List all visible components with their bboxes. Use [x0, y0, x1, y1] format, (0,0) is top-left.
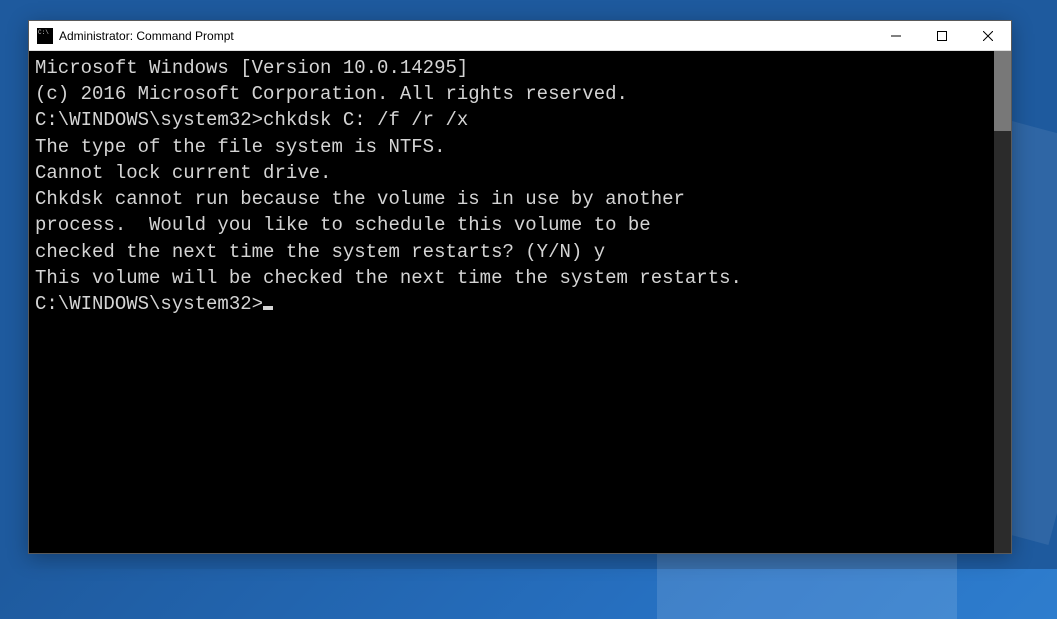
vertical-scrollbar[interactable]	[994, 51, 1011, 553]
output-line: Cannot lock current drive.	[35, 160, 988, 186]
cmd-icon	[37, 28, 53, 44]
output-line: C:\WINDOWS\system32>chkdsk C: /f /r /x	[35, 107, 988, 133]
output-line: Chkdsk cannot run because the volume is …	[35, 186, 988, 212]
maximize-icon	[937, 31, 947, 41]
current-prompt-line: C:\WINDOWS\system32>	[35, 291, 988, 317]
output-line: This volume will be checked the next tim…	[35, 265, 988, 291]
console-output[interactable]: Microsoft Windows [Version 10.0.14295](c…	[29, 51, 994, 553]
maximize-button[interactable]	[919, 21, 965, 50]
close-icon	[983, 31, 993, 41]
close-button[interactable]	[965, 21, 1011, 50]
output-line: Microsoft Windows [Version 10.0.14295]	[35, 55, 988, 81]
console-area[interactable]: Microsoft Windows [Version 10.0.14295](c…	[29, 51, 1011, 553]
window-controls	[873, 21, 1011, 50]
output-line: (c) 2016 Microsoft Corporation. All righ…	[35, 81, 988, 107]
cursor	[263, 306, 273, 310]
minimize-icon	[891, 31, 901, 41]
scrollbar-thumb[interactable]	[994, 51, 1011, 131]
titlebar[interactable]: Administrator: Command Prompt	[29, 21, 1011, 51]
prompt-text: C:\WINDOWS\system32>	[35, 109, 263, 131]
output-line: checked the next time the system restart…	[35, 239, 988, 265]
command-text: chkdsk C: /f /r /x	[263, 109, 468, 131]
prompt-text: C:\WINDOWS\system32>	[35, 293, 263, 315]
minimize-button[interactable]	[873, 21, 919, 50]
window-title: Administrator: Command Prompt	[59, 29, 873, 43]
command-prompt-window: Administrator: Command Prompt Microsoft …	[28, 20, 1012, 554]
output-line: process. Would you like to schedule this…	[35, 212, 988, 238]
output-line: The type of the file system is NTFS.	[35, 134, 988, 160]
